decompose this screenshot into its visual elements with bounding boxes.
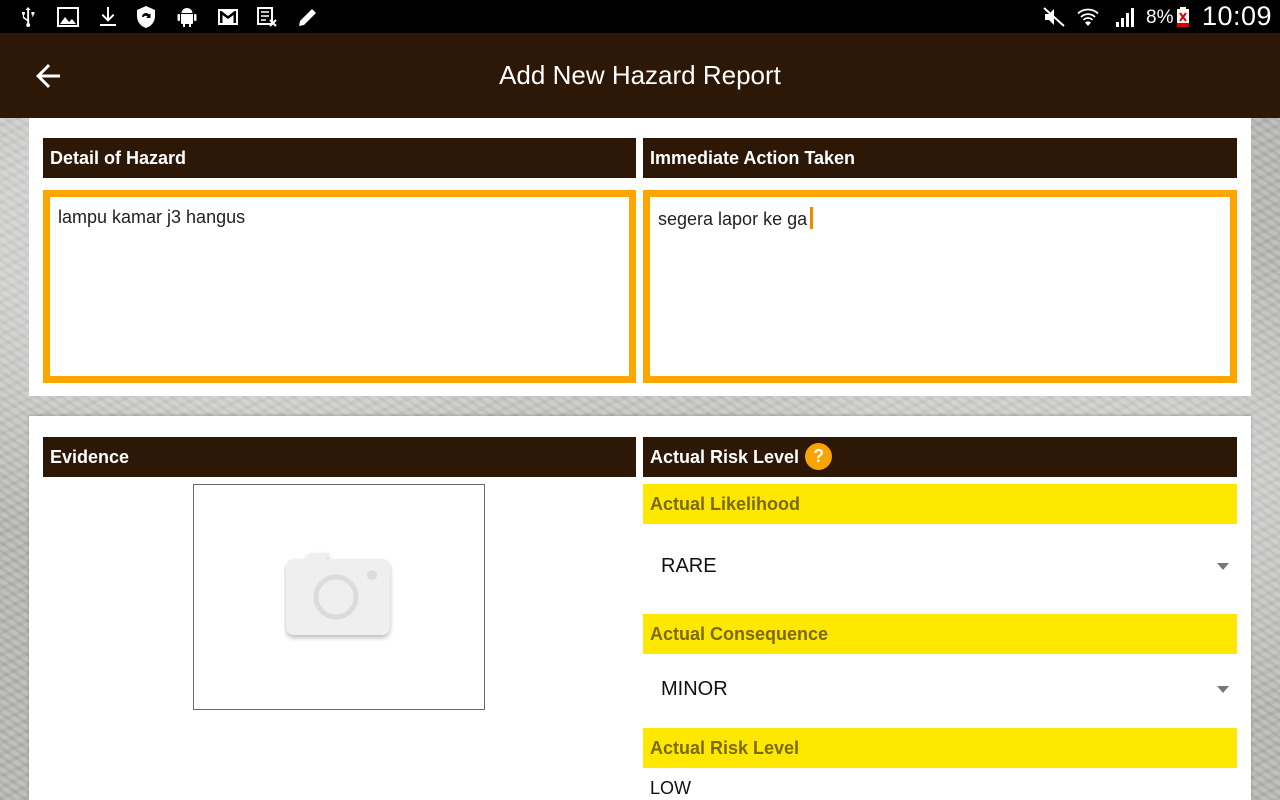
detail-of-hazard-input[interactable]: lampu kamar j3 hangus <box>43 190 636 383</box>
app-bar: Add New Hazard Report <box>0 33 1280 118</box>
actual-risk-level-header: Actual Risk Level? <box>643 437 1237 477</box>
gmail-icon <box>216 5 240 29</box>
immediate-action-input[interactable]: segera lapor ke ga <box>643 190 1237 383</box>
actual-consequence-select[interactable]: MINOR <box>643 659 1237 719</box>
actual-risk-level-value: LOW <box>650 778 692 798</box>
actual-risk-level-title: Actual Risk Level <box>650 447 800 467</box>
actual-consequence-value: MINOR <box>661 678 728 700</box>
image-icon <box>56 5 80 29</box>
edit-icon <box>296 5 320 29</box>
page-title: Add New Hazard Report <box>499 60 781 90</box>
text-cursor <box>810 207 814 229</box>
actual-risk-level-label: Actual Risk Level <box>643 728 1237 768</box>
clock: 10:09 <box>1202 1 1273 31</box>
immediate-action-value: segera lapor ke ga <box>658 209 808 229</box>
mute-icon <box>1042 5 1066 29</box>
actual-likelihood-select[interactable]: RARE <box>643 536 1237 596</box>
battery-percent: 8% <box>1146 7 1174 28</box>
actual-likelihood-label: Actual Likelihood <box>643 484 1237 524</box>
evidence-photo-picker[interactable] <box>193 484 485 710</box>
android-icon <box>175 5 199 29</box>
help-icon[interactable]: ? <box>805 442 833 470</box>
immediate-action-header: Immediate Action Taken <box>643 138 1237 178</box>
usb-icon <box>16 5 40 29</box>
download-icon <box>96 5 120 29</box>
evidence-risk-card: Evidence Actual Risk Level? Actual Likel… <box>29 416 1251 800</box>
camera-icon <box>286 553 390 635</box>
detail-of-hazard-value: lampu kamar j3 hangus <box>58 207 246 227</box>
status-bar: 8% 10:09 <box>0 0 1280 33</box>
battery-icon <box>1176 5 1190 29</box>
wifi-icon <box>1076 5 1100 29</box>
evidence-header: Evidence <box>43 437 636 477</box>
hazard-detail-card: Detail of Hazard Immediate Action Taken … <box>29 118 1251 396</box>
task-icon <box>255 5 279 29</box>
signal-icon <box>1114 5 1138 29</box>
dropdown-arrow-icon <box>1217 563 1229 570</box>
shield-sync-icon <box>134 5 158 29</box>
dropdown-arrow-icon <box>1217 686 1229 693</box>
detail-of-hazard-header: Detail of Hazard <box>43 138 636 178</box>
actual-likelihood-value: RARE <box>661 555 717 577</box>
actual-consequence-label: Actual Consequence <box>643 614 1237 654</box>
